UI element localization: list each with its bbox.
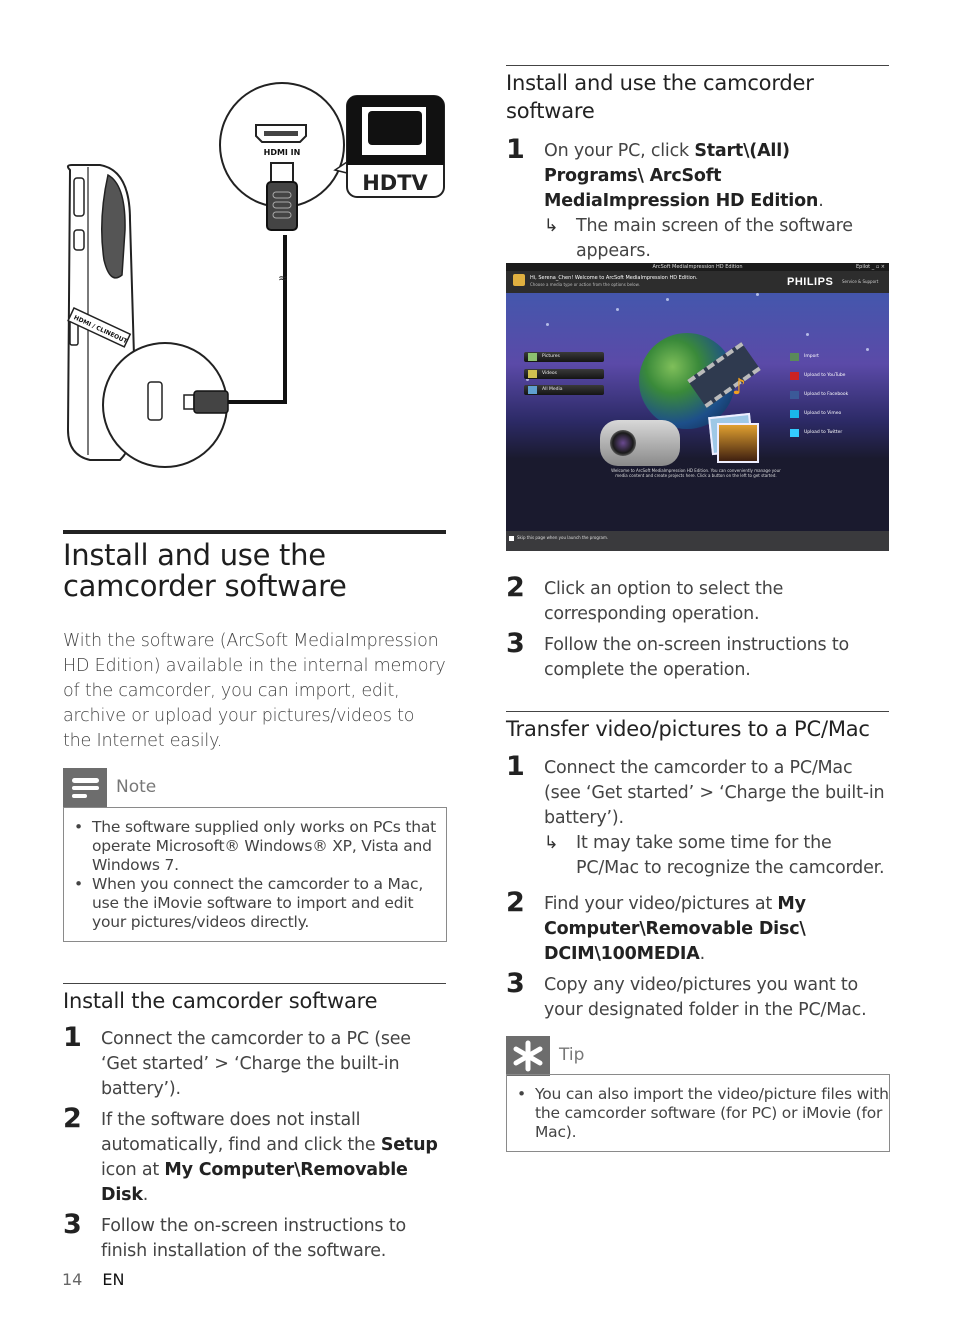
step-number: 1 [506,751,525,782]
photo-graphic [717,423,759,463]
service-support-link[interactable]: Service & Support [842,279,878,284]
skip-page-label: Skip this page when you launch the progr… [517,535,609,540]
use-step-2: 2 Click an option to select the correspo… [506,573,892,627]
use-section-heading: Install and use the camcorder software [506,71,814,123]
svg-text:≈: ≈ [278,271,288,285]
user-avatar-icon [513,274,525,286]
note-item: When you connect the camcorder to a Mac,… [64,875,446,932]
install-step-3: 3 Follow the on-screen instructions to f… [63,1210,449,1264]
step-number: 3 [63,1209,82,1240]
app-title-bar: ArcSoft MediaImpression HD Edition Epilo… [506,263,889,271]
philips-logo: PHILIPS [787,276,834,288]
page-number: 14 [62,1270,83,1289]
section-rule [63,983,446,984]
step-text: Connect the camcorder to a PC (see ‘Get … [101,1029,411,1099]
tip-label: Tip [559,1045,585,1065]
result-arrow-icon: ↳ [544,833,559,853]
mini-hdmi-plug-icon [193,390,229,414]
transfer-step-2: 2 Find your video/pictures at My Compute… [506,888,892,967]
page-footer: 14 EN [62,1270,124,1289]
hdmi-connection-illustration: HDMI / CLINEOUT ≈ HDMI IN HDTV [66,82,445,468]
nav-pictures-button[interactable]: Pictures [524,352,604,362]
step-text: If the software does not install automat… [101,1110,438,1205]
install-step-1: 1 Connect the camcorder to a PC (see ‘Ge… [63,1023,449,1102]
transfer-step-1: 1 Connect the camcorder to a PC/Mac (see… [506,752,892,881]
note-icon [72,778,99,798]
use-steps-2-3: 2 Click an option to select the correspo… [506,573,892,683]
pictures-icon [528,353,537,361]
mini-hdmi-port-icon [147,381,163,421]
transfer-section-heading: Transfer video/pictures to a PC/Mac [506,717,870,741]
tip-box: You can also import the video/picture fi… [506,1074,890,1152]
app-bottom-bar: Skip this page when you launch the progr… [506,531,889,551]
step-number: 3 [506,968,525,999]
step-text: Follow the on-screen instructions to com… [544,635,849,680]
greeting-text: Hi, Serena_Chen! Welcome to ArcSoft Medi… [530,275,698,281]
youtube-icon [790,372,799,380]
nav-videos-button[interactable]: Videos [524,369,604,379]
tip-icon [513,1040,543,1072]
vimeo-action[interactable]: Upload to Vimeo [790,409,841,419]
twitter-action[interactable]: Upload to Twitter [790,428,842,438]
step-result: ↳ It may take some time for the PC/Mac to… [544,833,885,878]
hdmi-in-label: HDMI IN [264,148,301,157]
step-text: Click an option to select the correspond… [544,579,784,624]
section-rule [506,711,889,712]
note-box: The software supplied only works on PCs … [63,807,447,942]
section-rule-thick [63,530,446,534]
youtube-action[interactable]: Upload to YouTube [790,371,845,381]
tip-item: You can also import the video/picture fi… [507,1085,889,1142]
welcome-message: Welcome to ArcSoft MediaImpression HD Ed… [611,468,781,478]
tip-header [506,1036,550,1076]
software-screenshot: ArcSoft MediaImpression HD Edition Epilo… [506,263,889,551]
hdmi-plug-icon [266,181,298,231]
transfer-step-3: 3 Copy any video/pictures you want to yo… [506,969,892,1023]
install-step-2: 2 If the software does not install autom… [63,1104,449,1208]
videos-icon [528,370,537,378]
vimeo-icon [790,410,799,418]
skip-page-checkbox[interactable] [509,536,514,541]
note-header [63,768,107,808]
app-header: Hi, Serena_Chen! Welcome to ArcSoft Medi… [506,271,889,293]
install-section-heading: Install the camcorder software [63,989,378,1013]
step-number: 2 [506,887,525,918]
nav-all-media-button[interactable]: All Media [524,385,604,395]
facebook-action[interactable]: Upload to Facebook [790,390,848,400]
install-steps: 1 Connect the camcorder to a PC (see ‘Ge… [63,1023,449,1264]
step-number: 2 [506,572,525,603]
step-text: Find your video/pictures at My Computer\… [544,894,806,964]
step-number: 1 [506,134,525,165]
note-label: Note [116,777,157,797]
step-text: Copy any video/pictures you want to your… [544,975,867,1020]
import-icon [790,353,799,361]
step-number: 3 [506,628,525,659]
step-result: ↳ The main screen of the software appears… [544,216,853,261]
camcorder-graphic [600,420,680,466]
window-controls[interactable]: Epilot _ ▫ × [856,263,885,271]
hdmi-cable [228,235,287,404]
use-step-1: 1 On your PC, click Start\(All) Programs… [506,135,892,264]
all-media-icon [528,386,537,394]
step-number: 1 [63,1022,82,1053]
step-number: 2 [63,1103,82,1134]
hdtv-icon: HDTV [333,95,445,198]
use-step-3: 3 Follow the on-screen instructions to c… [506,629,892,683]
language-code: EN [102,1270,125,1289]
step-text: On your PC, click Start\(All) Programs\ … [544,141,824,211]
result-arrow-icon: ↳ [544,216,559,236]
section-rule [506,65,889,66]
import-action[interactable]: Import [790,352,819,362]
facebook-icon [790,391,799,399]
intro-paragraph: With the software (ArcSoft MediaImpressi… [63,631,446,751]
step-text: Connect the camcorder to a PC/Mac (see ‘… [544,758,885,828]
page-title: Install and use the camcorder software [63,538,347,603]
setup-label: Setup [380,1135,438,1155]
twitter-icon [790,429,799,437]
music-note-graphic: ♪ [732,375,747,400]
step-text: Follow the on-screen instructions to fin… [101,1216,406,1261]
note-item: The software supplied only works on PCs … [64,818,446,875]
hdtv-label: HDTV [362,171,428,195]
transfer-steps: 1 Connect the camcorder to a PC/Mac (see… [506,752,892,1023]
greeting-subtext: Choose a media type or action from the o… [530,282,640,287]
